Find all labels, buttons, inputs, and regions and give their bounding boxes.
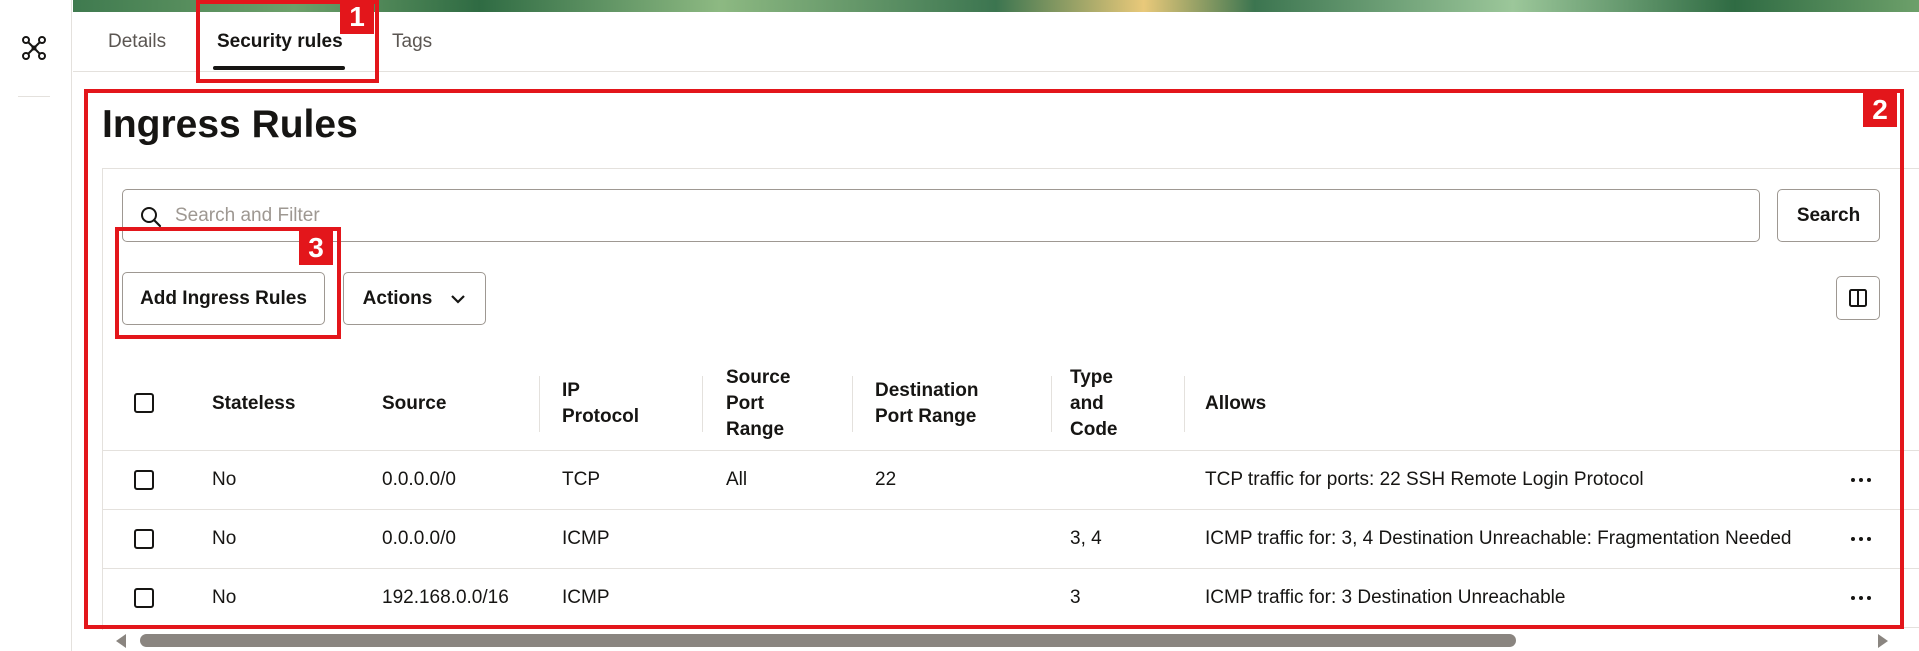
left-rail [0,0,72,651]
annotation-box-2 [84,89,1904,629]
horizontal-scrollbar[interactable] [102,630,1919,651]
annotation-badge-2: 2 [1863,93,1897,127]
annotation-badge-3: 3 [299,231,333,265]
network-icon[interactable] [20,34,48,62]
tab-details[interactable]: Details [108,31,166,53]
scroll-right-arrow-icon[interactable] [1878,634,1888,648]
scrollbar-thumb[interactable] [140,634,1516,647]
tab-tags[interactable]: Tags [392,31,432,53]
rail-divider [18,96,50,97]
annotation-badge-1: 1 [340,0,374,34]
scroll-left-arrow-icon[interactable] [116,634,126,648]
